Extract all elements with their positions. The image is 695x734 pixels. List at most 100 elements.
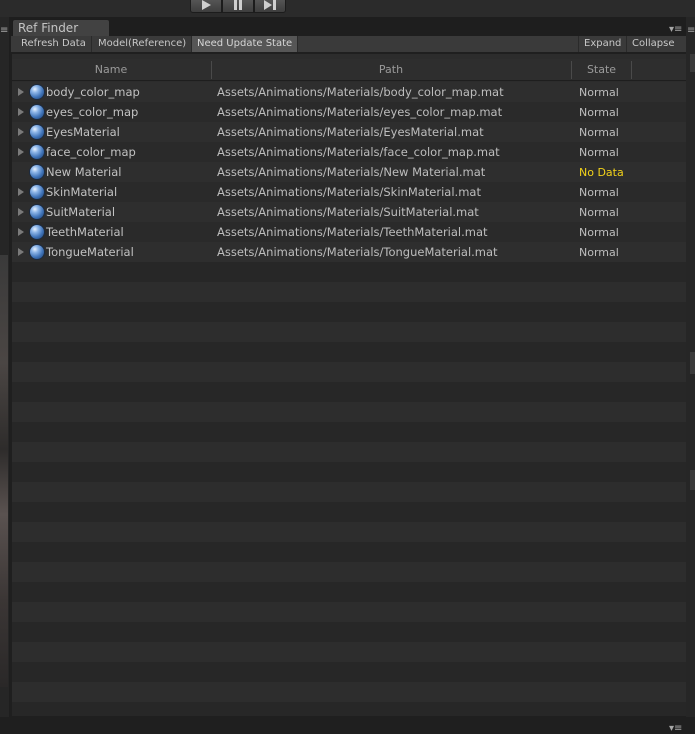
empty-row [12, 462, 686, 482]
material-sphere-icon [30, 245, 44, 259]
row-path: Assets/Animations/Materials/TeethMateria… [217, 225, 488, 239]
table-row[interactable]: body_color_map Assets/Animations/Material… [12, 82, 686, 102]
context-menu-icon[interactable]: ▾≡ [669, 25, 682, 35]
need-update-state-button[interactable]: Need Update State [192, 36, 299, 52]
row-state: Normal [579, 126, 619, 139]
toolbar: Refresh Data Model(Reference) Need Updat… [11, 36, 686, 53]
row-path: Assets/Animations/Materials/TongueMateri… [217, 245, 498, 259]
row-name: face_color_map [46, 145, 136, 159]
pause-button[interactable] [222, 0, 254, 13]
empty-row [12, 602, 686, 622]
empty-row [12, 442, 686, 462]
model-reference-button[interactable]: Model(Reference) [93, 36, 193, 52]
empty-row [12, 342, 686, 362]
material-sphere-icon [30, 105, 44, 119]
row-state: Normal [579, 206, 619, 219]
playback-controls [190, 0, 286, 13]
column-header-path[interactable]: Path [212, 59, 570, 81]
table-row[interactable]: face_color_map Assets/Animations/Material… [12, 142, 686, 162]
row-path: Assets/Animations/Materials/New Material… [217, 165, 486, 179]
empty-row [12, 542, 686, 562]
empty-row [12, 322, 686, 342]
table-header: Name Path State [12, 59, 686, 81]
expand-arrow-icon[interactable] [18, 248, 24, 256]
context-menu-icon[interactable]: ≡ [687, 26, 695, 36]
scene-view-edge [0, 255, 8, 687]
expand-arrow-icon[interactable] [18, 208, 24, 216]
tab-title: Ref Finder [18, 21, 79, 35]
material-sphere-icon [30, 165, 44, 179]
row-path: Assets/Animations/Materials/eyes_color_m… [217, 105, 503, 119]
panel-divider[interactable] [690, 352, 695, 374]
material-sphere-icon [30, 145, 44, 159]
row-name: body_color_map [46, 85, 140, 99]
row-name: EyesMaterial [46, 125, 120, 139]
column-header-name[interactable]: Name [12, 59, 210, 81]
row-state: No Data [579, 166, 624, 179]
empty-row [12, 362, 686, 382]
table-row[interactable]: EyesMaterial Assets/Animations/Materials/… [12, 122, 686, 142]
expand-arrow-icon[interactable] [18, 148, 24, 156]
empty-row [12, 662, 686, 682]
empty-row [12, 262, 686, 282]
step-icon [264, 0, 276, 10]
expand-button[interactable]: Expand [578, 36, 626, 52]
collapse-button[interactable]: Collapse [626, 36, 680, 52]
empty-row [12, 582, 686, 602]
refresh-data-button[interactable]: Refresh Data [16, 36, 92, 52]
play-icon [202, 0, 211, 10]
material-sphere-icon [30, 85, 44, 99]
row-state: Normal [579, 146, 619, 159]
material-sphere-icon [30, 185, 44, 199]
expand-arrow-icon[interactable] [18, 128, 24, 136]
empty-row [12, 282, 686, 302]
row-name: TongueMaterial [46, 245, 134, 259]
empty-row [12, 482, 686, 502]
row-name: SuitMaterial [46, 205, 116, 219]
row-name: TeethMaterial [46, 225, 124, 239]
table-body: body_color_map Assets/Animations/Material… [12, 82, 686, 716]
bottom-bar [0, 717, 695, 734]
row-state: Normal [579, 226, 619, 239]
expand-arrow-icon[interactable] [18, 188, 24, 196]
row-state: Normal [579, 186, 619, 199]
table-row[interactable]: eyes_color_map Assets/Animations/Material… [12, 102, 686, 122]
material-sphere-icon [30, 125, 44, 139]
table-row[interactable]: New Material Assets/Animations/Materials/… [12, 162, 686, 182]
table-row[interactable]: SkinMaterial Assets/Animations/Materials/… [12, 182, 686, 202]
context-menu-icon[interactable]: ▾≡ [669, 724, 682, 734]
editor-top-bar [0, 0, 695, 17]
expand-arrow-icon[interactable] [18, 108, 24, 116]
row-state: Normal [579, 246, 619, 259]
empty-row [12, 302, 686, 322]
row-path: Assets/Animations/Materials/face_color_m… [217, 145, 500, 159]
context-menu-icon[interactable]: ≡ [0, 26, 9, 37]
row-name: New Material [46, 165, 122, 179]
step-button[interactable] [254, 0, 286, 13]
empty-row [12, 402, 686, 422]
column-header-state[interactable]: State [572, 59, 631, 81]
panel-divider[interactable] [690, 470, 695, 490]
tab-ref-finder[interactable]: Ref Finder [12, 19, 110, 37]
empty-row [12, 682, 686, 702]
expand-arrow-icon[interactable] [18, 88, 24, 96]
row-path: Assets/Animations/Materials/body_color_m… [217, 85, 504, 99]
table-row[interactable]: TeethMaterial Assets/Animations/Materials… [12, 222, 686, 242]
row-name: eyes_color_map [46, 105, 139, 119]
reference-table: Name Path State body_color_map Assets/Ani… [12, 54, 686, 716]
right-panel-edge [686, 17, 695, 734]
row-state: Normal [579, 86, 619, 99]
pause-icon [234, 0, 242, 10]
expand-arrow-icon[interactable] [18, 228, 24, 236]
column-divider[interactable] [631, 61, 632, 79]
panel-divider[interactable] [690, 54, 695, 72]
material-sphere-icon [30, 225, 44, 239]
empty-row [12, 382, 686, 402]
material-sphere-icon [30, 205, 44, 219]
play-button[interactable] [190, 0, 222, 13]
row-path: Assets/Animations/Materials/SuitMaterial… [217, 205, 479, 219]
empty-row [12, 702, 686, 716]
table-row[interactable]: TongueMaterial Assets/Animations/Material… [12, 242, 686, 262]
table-row[interactable]: SuitMaterial Assets/Animations/Materials/… [12, 202, 686, 222]
row-path: Assets/Animations/Materials/EyesMaterial… [217, 125, 484, 139]
